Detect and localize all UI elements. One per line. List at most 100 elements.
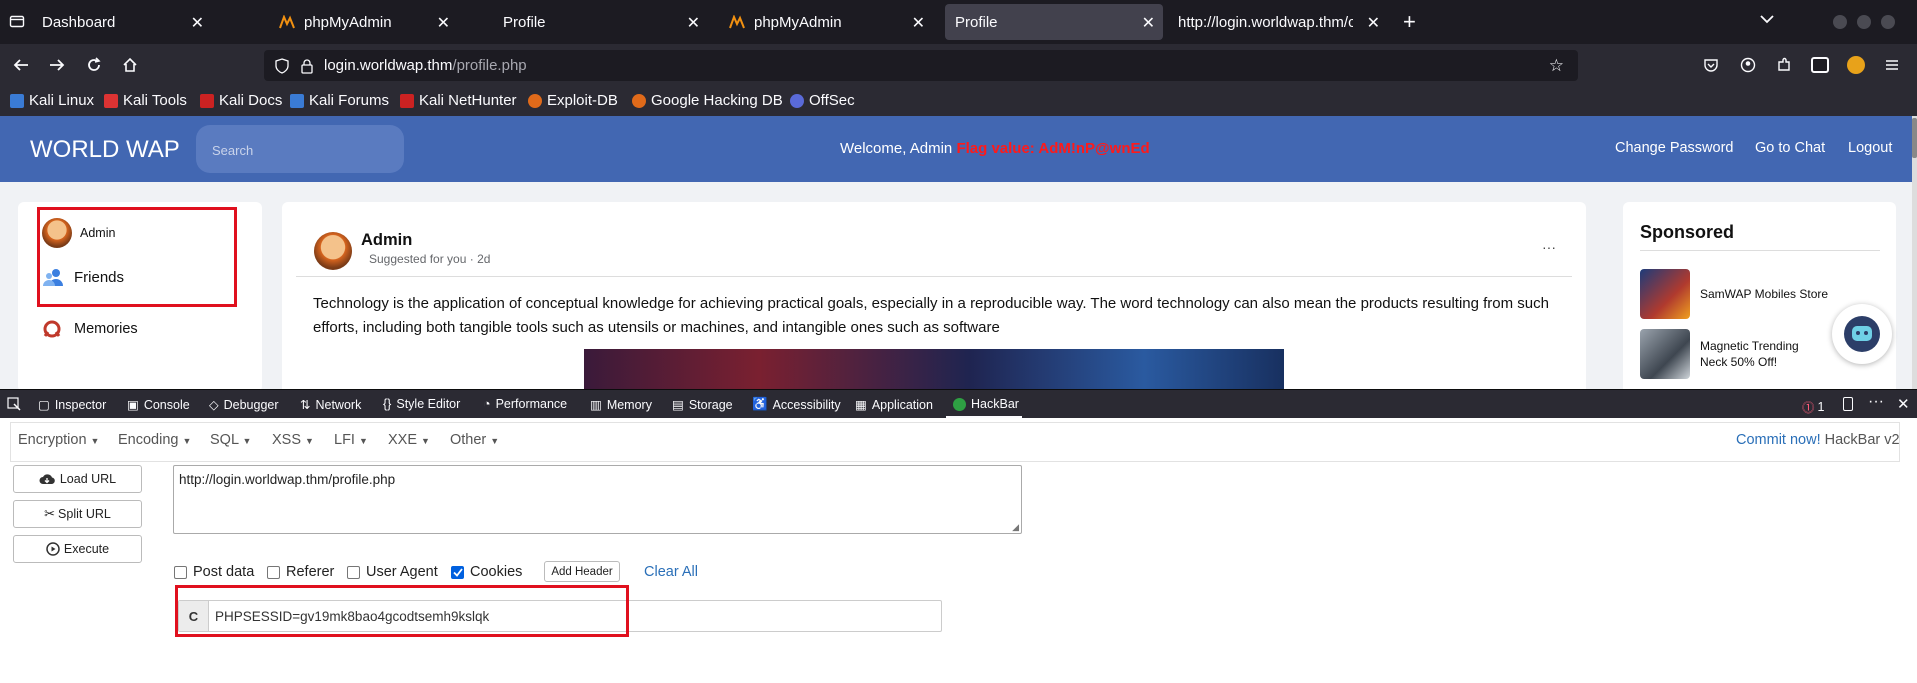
devtools-tab-inspector[interactable]: ▢ Inspector bbox=[38, 397, 106, 413]
devtools-tab-performance[interactable]: ◔ Performance bbox=[483, 397, 567, 411]
sponsored-item[interactable]: Magnetic Trending Neck 50% Off! bbox=[1640, 329, 1810, 379]
checkbox-box[interactable] bbox=[174, 565, 187, 579]
menu-encryption[interactable]: Encryption ▼ bbox=[18, 432, 99, 448]
tab-phpmyadmin-2[interactable]: phpMyAdmin ✕ bbox=[718, 4, 933, 40]
bookmark-exploit-db[interactable]: Exploit-DB bbox=[528, 92, 618, 109]
new-tab-icon[interactable]: + bbox=[1403, 9, 1416, 35]
forward-icon[interactable] bbox=[48, 57, 66, 73]
bookmark-kali-linux[interactable]: Kali Linux bbox=[10, 92, 94, 109]
close-icon[interactable]: ✕ bbox=[1367, 13, 1380, 33]
tab-label: phpMyAdmin bbox=[754, 13, 842, 31]
menu-icon[interactable] bbox=[1884, 57, 1900, 73]
search-input[interactable]: Search bbox=[196, 125, 404, 173]
tab-profile-active[interactable]: Profile ✕ bbox=[945, 4, 1163, 40]
list-all-tabs-icon[interactable] bbox=[1760, 14, 1774, 24]
chat-bot-button[interactable] bbox=[1832, 304, 1892, 364]
devtools-tab-application[interactable]: ▦ Application bbox=[855, 397, 933, 413]
devtools-tab-hackbar[interactable]: HackBar bbox=[953, 397, 1019, 411]
reload-icon[interactable] bbox=[85, 56, 103, 74]
bookmark-google-hacking-db[interactable]: Google Hacking DB bbox=[632, 92, 783, 109]
devtools-tab-memory[interactable]: ▥ Memory bbox=[590, 397, 652, 413]
url-textarea[interactable]: http://login.worldwap.thm/profile.php ◢ bbox=[173, 465, 1022, 534]
home-icon[interactable] bbox=[121, 56, 139, 74]
post-author-name[interactable]: Admin bbox=[361, 231, 412, 250]
checkbox-box[interactable] bbox=[347, 565, 360, 579]
caret-down-icon: ▼ bbox=[421, 436, 430, 446]
back-icon[interactable] bbox=[12, 57, 30, 73]
go-to-chat-link[interactable]: Go to Chat bbox=[1755, 140, 1825, 156]
menu-encoding[interactable]: Encoding ▼ bbox=[118, 432, 191, 448]
tab-overview-icon[interactable] bbox=[9, 13, 25, 29]
referer-checkbox[interactable]: Referer bbox=[267, 564, 334, 580]
devtools-tab-network[interactable]: ⇅ Network bbox=[300, 397, 361, 413]
commit-link[interactable]: Commit now! bbox=[1736, 432, 1821, 448]
close-icon[interactable]: ✕ bbox=[437, 13, 450, 33]
clear-all-link[interactable]: Clear All bbox=[644, 564, 698, 580]
post-card: Admin Suggested for you · 2d ··· Technol… bbox=[282, 202, 1586, 402]
change-password-link[interactable]: Change Password bbox=[1615, 140, 1734, 156]
bookmark-kali-docs[interactable]: Kali Docs bbox=[200, 92, 282, 109]
lock-icon[interactable] bbox=[300, 58, 314, 74]
cookies-checkbox[interactable]: Cookies bbox=[451, 564, 522, 580]
split-url-button[interactable]: ✂ Split URL bbox=[13, 500, 142, 528]
close-icon[interactable]: ✕ bbox=[687, 13, 700, 33]
url-bar[interactable]: login.worldwap.thm/profile.php ☆ bbox=[264, 50, 1578, 81]
post-more-button[interactable]: ··· bbox=[1542, 239, 1556, 255]
devtools-menu-icon[interactable]: ··· bbox=[1868, 393, 1884, 411]
close-icon[interactable]: ✕ bbox=[912, 13, 925, 33]
site-logo[interactable]: WORLD WAP bbox=[30, 136, 180, 164]
sponsored-item[interactable]: SamWAP Mobiles Store bbox=[1640, 269, 1828, 319]
bookmark-offsec[interactable]: OffSec bbox=[790, 92, 855, 109]
devtools-tab-accessibility[interactable]: ♿ Accessibility bbox=[752, 397, 841, 412]
error-count-badge[interactable]: ⓵1 bbox=[1802, 397, 1824, 416]
devtools-tab-storage[interactable]: ▤ Storage bbox=[672, 397, 733, 413]
add-header-button[interactable]: Add Header bbox=[544, 561, 620, 582]
sponsored-label: Magnetic Trending Neck 50% Off! bbox=[1700, 339, 1799, 369]
execute-button[interactable]: Execute bbox=[13, 535, 142, 563]
bookmark-kali-forums[interactable]: Kali Forums bbox=[290, 92, 389, 109]
devtools-tab-console[interactable]: ▣ Console bbox=[127, 397, 190, 413]
bookmark-kali-nethunter[interactable]: Kali NetHunter bbox=[400, 92, 517, 109]
page-scrollbar-thumb[interactable] bbox=[1912, 118, 1917, 158]
checkbox-box[interactable] bbox=[267, 565, 280, 579]
menu-sql[interactable]: SQL ▼ bbox=[210, 432, 251, 448]
load-url-button[interactable]: Load URL bbox=[13, 465, 142, 493]
bookmark-kali-tools[interactable]: Kali Tools bbox=[104, 92, 187, 109]
hackbar-extension-icon[interactable] bbox=[1811, 57, 1829, 73]
devtools-tab-debugger[interactable]: ◇ Debugger bbox=[209, 397, 279, 413]
close-icon[interactable]: ✕ bbox=[1142, 13, 1155, 33]
devtools-tab-style-editor[interactable]: {} Style Editor bbox=[383, 397, 460, 411]
bookmark-star-icon[interactable]: ☆ bbox=[1549, 56, 1564, 76]
checkbox-checked[interactable] bbox=[451, 565, 464, 579]
error-icon: ⓵ bbox=[1802, 401, 1815, 415]
resize-handle-icon[interactable]: ◢ bbox=[1012, 522, 1019, 533]
window-maximize-icon[interactable] bbox=[1857, 15, 1871, 29]
shield-icon[interactable] bbox=[274, 57, 290, 74]
menu-xss[interactable]: XSS ▼ bbox=[272, 432, 314, 448]
account-icon[interactable] bbox=[1740, 57, 1756, 73]
post-author-avatar[interactable] bbox=[314, 232, 352, 270]
sidebar-item-memories[interactable]: Memories bbox=[42, 320, 138, 338]
element-picker-icon[interactable] bbox=[7, 397, 21, 411]
post-image[interactable] bbox=[584, 349, 1284, 389]
style-editor-icon: {} bbox=[383, 397, 392, 411]
close-icon[interactable]: ✕ bbox=[191, 13, 204, 33]
user-agent-checkbox[interactable]: User Agent bbox=[347, 564, 438, 580]
tab-profile-1[interactable]: Profile ✕ bbox=[493, 4, 708, 40]
logout-link[interactable]: Logout bbox=[1848, 140, 1892, 156]
tab-phpmyadmin-1[interactable]: phpMyAdmin ✕ bbox=[268, 4, 458, 40]
window-close-icon[interactable] bbox=[1881, 15, 1895, 29]
menu-lfi[interactable]: LFI ▼ bbox=[334, 432, 368, 448]
tab-login-chat[interactable]: http://login.worldwap.thm/cl ✕ bbox=[1168, 4, 1388, 40]
kali-forums-icon bbox=[290, 93, 304, 108]
window-minimize-icon[interactable] bbox=[1833, 15, 1847, 29]
post-data-checkbox[interactable]: Post data bbox=[174, 564, 254, 580]
extensions-icon[interactable] bbox=[1776, 57, 1792, 73]
tab-dashboard[interactable]: Dashboard ✕ bbox=[32, 4, 212, 40]
responsive-design-icon[interactable] bbox=[1843, 397, 1853, 411]
menu-other[interactable]: Other ▼ bbox=[450, 432, 499, 448]
menu-xxe[interactable]: XXE ▼ bbox=[388, 432, 430, 448]
devtools-close-icon[interactable]: ✕ bbox=[1897, 395, 1910, 413]
pocket-icon[interactable] bbox=[1703, 57, 1719, 73]
foxyproxy-icon[interactable] bbox=[1847, 56, 1865, 74]
